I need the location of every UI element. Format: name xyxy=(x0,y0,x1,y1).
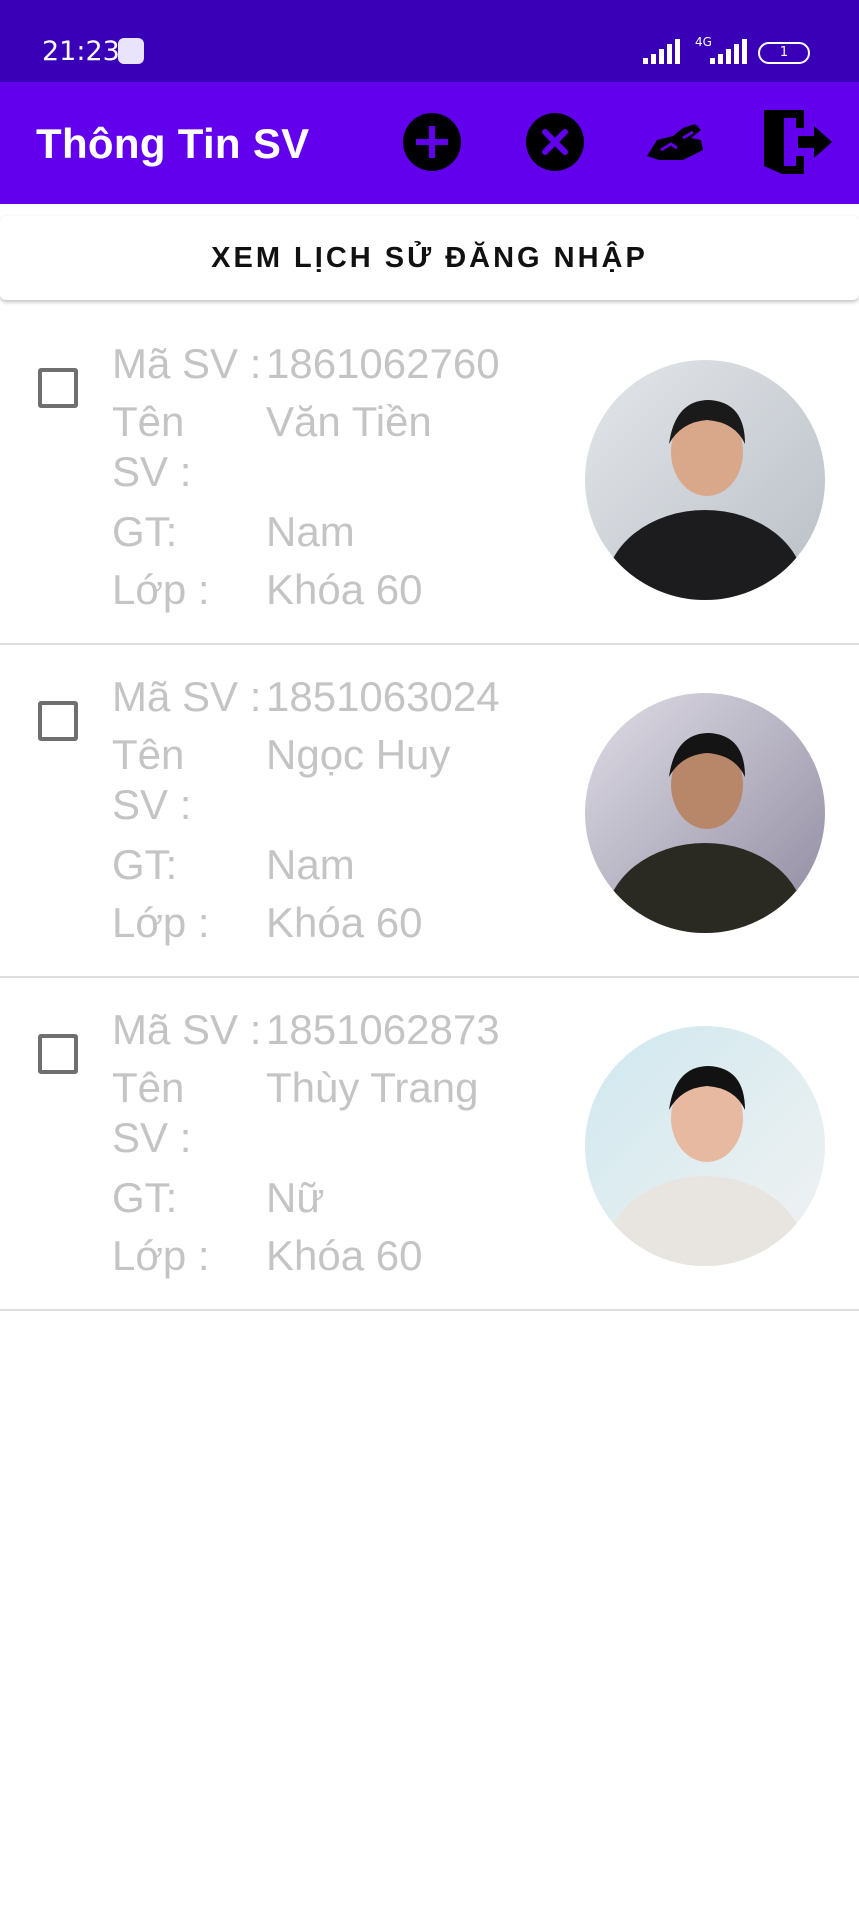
student-avatar xyxy=(585,360,825,600)
student-class-value: Khóa 60 xyxy=(266,899,423,946)
student-id-value: 1851063024 xyxy=(266,673,500,720)
status-time: 21:23 xyxy=(42,36,120,67)
student-name-label-2: SV : xyxy=(112,1114,192,1161)
page-title: Thông Tin SV xyxy=(36,120,310,167)
student-list: Mã SV :1861062760 Tên SV : Văn Tiền GT: Nam Lớ… xyxy=(0,312,859,1311)
student-name-label: Tên xyxy=(112,731,185,778)
edit-hand-icon xyxy=(647,124,703,160)
student-id-label: Mã SV : xyxy=(112,673,262,720)
student-avatar xyxy=(585,1026,825,1266)
cancel-circle-icon xyxy=(526,113,584,171)
list-item[interactable]: Mã SV :1851063024 Tên SV : Ngọc Huy GT: Nam Lớ… xyxy=(0,645,859,978)
student-id-label: Mã SV : xyxy=(112,1006,262,1053)
delete-button[interactable] xyxy=(523,110,587,174)
add-circle-icon xyxy=(403,113,461,171)
student-gender-label: GT: xyxy=(112,1174,178,1221)
student-checkbox[interactable] xyxy=(38,701,78,741)
battery-icon: 1 xyxy=(758,42,810,64)
student-gender-label: GT: xyxy=(112,508,178,555)
student-name-value: Văn Tiền xyxy=(266,398,432,445)
student-name-label-2: SV : xyxy=(112,781,192,828)
app-bar: Thông Tin SV xyxy=(0,82,859,204)
student-gender-value: Nam xyxy=(266,508,355,555)
student-name-value: Thùy Trang xyxy=(266,1064,479,1111)
signal-strength-icon xyxy=(643,39,680,64)
student-class-label: Lớp : xyxy=(112,899,210,946)
student-class-value: Khóa 60 xyxy=(266,566,423,613)
student-name-value: Ngọc Huy xyxy=(266,731,451,778)
student-name-label: Tên xyxy=(112,398,185,445)
logout-button[interactable] xyxy=(760,104,836,180)
list-item[interactable]: Mã SV :1851062873 Tên SV : Thùy Trang GT: Nữ L… xyxy=(0,978,859,1311)
student-id-value: 1851062873 xyxy=(266,1006,500,1053)
student-gender-value: Nữ xyxy=(266,1174,325,1221)
status-bar: 21:23 4G 1 xyxy=(0,0,859,82)
student-gender-label: GT: xyxy=(112,841,178,888)
student-id-value: 1861062760 xyxy=(266,340,500,387)
logout-door-icon xyxy=(764,110,832,174)
edit-button[interactable] xyxy=(643,110,707,174)
student-class-value: Khóa 60 xyxy=(266,1232,423,1279)
signal-strength-icon-2 xyxy=(710,39,747,64)
notification-icon xyxy=(118,38,144,64)
student-name-label: Tên xyxy=(112,1064,185,1111)
student-checkbox[interactable] xyxy=(38,368,78,408)
student-class-label: Lớp : xyxy=(112,566,210,613)
student-gender-value: Nam xyxy=(266,841,355,888)
student-id-label: Mã SV : xyxy=(112,340,262,387)
add-button[interactable] xyxy=(400,110,464,174)
student-checkbox[interactable] xyxy=(38,1034,78,1074)
list-item[interactable]: Mã SV :1861062760 Tên SV : Văn Tiền GT: Nam Lớ… xyxy=(0,312,859,645)
student-name-label-2: SV : xyxy=(112,448,192,495)
student-class-label: Lớp : xyxy=(112,1232,210,1279)
student-avatar xyxy=(585,693,825,933)
login-history-button[interactable]: XEM LỊCH SỬ ĐĂNG NHẬP xyxy=(0,216,859,300)
